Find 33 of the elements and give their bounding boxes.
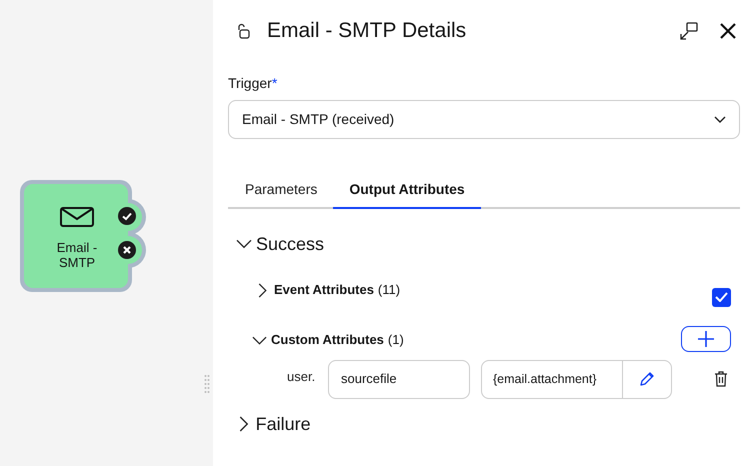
chevron-down-icon[interactable] (236, 239, 252, 249)
group-title: Event Attributes (274, 281, 374, 300)
section-title: Success (256, 232, 324, 256)
attribute-name-field[interactable]: sourcefile (328, 360, 470, 398)
chevron-down-icon (714, 116, 726, 124)
required-mark: * (272, 74, 278, 93)
expand-icon[interactable] (679, 20, 699, 40)
group-count: (1) (388, 331, 404, 350)
attribute-prefix: user. (287, 368, 316, 386)
resize-handle-icon[interactable] (204, 374, 210, 396)
check-circle-icon[interactable] (118, 207, 136, 225)
chevron-right-icon[interactable] (258, 282, 267, 298)
trash-icon[interactable] (714, 371, 728, 387)
unlock-icon[interactable] (236, 22, 250, 38)
group-count: (11) (378, 281, 400, 300)
chevron-right-icon[interactable] (239, 416, 249, 432)
tab[interactable]: Parameters (229, 176, 334, 209)
pencil-icon[interactable] (639, 371, 655, 387)
attribute-value-field[interactable]: {email.attachment} (481, 360, 672, 398)
tab[interactable]: Output Attributes (333, 176, 481, 209)
envelope-icon (60, 207, 94, 227)
plus-icon (697, 330, 715, 348)
group-title: Custom Attributes (271, 331, 384, 350)
x-circle-icon[interactable] (118, 241, 136, 259)
close-icon[interactable] (719, 22, 737, 40)
section-title: Failure (256, 412, 311, 436)
trigger-dropdown[interactable]: Email - SMTP (received) (228, 100, 740, 139)
trigger-label: Trigger (228, 74, 272, 93)
chevron-down-icon[interactable] (252, 336, 267, 344)
node-label: Email - SMTP (56, 240, 98, 270)
checkbox[interactable] (712, 288, 731, 306)
panel-title: Email - SMTP Details (267, 18, 466, 44)
add-button[interactable] (681, 326, 731, 352)
